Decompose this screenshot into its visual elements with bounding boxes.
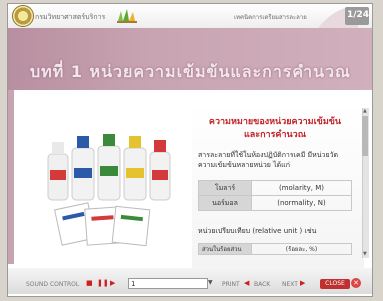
unit-name: โมลาร์ xyxy=(198,180,252,196)
relative-unit-text: หน่วยเปรียบเทียบ (relative unit ) เช่น xyxy=(198,227,317,235)
close-button[interactable]: CLOSE xyxy=(320,279,350,289)
dss-logo-icon xyxy=(12,5,34,27)
next-button[interactable]: NEXT xyxy=(282,281,298,288)
sound-control-label: SOUND CONTROL xyxy=(26,281,80,288)
back-button[interactable]: BACK xyxy=(254,281,270,288)
next-arrow-icon[interactable]: ▶ xyxy=(300,279,305,287)
play-icon[interactable]: ▶ xyxy=(110,279,115,287)
unit-symbol: (normality, N) xyxy=(251,195,352,211)
print-button[interactable]: PRINT xyxy=(222,281,240,288)
table-row: นอร์มอล (normality, N) xyxy=(198,195,352,211)
table-row: โมลาร์ (molarity, M) xyxy=(198,180,352,196)
unit-name: นอร์มอล xyxy=(198,195,252,211)
page-indicator: 1/24 xyxy=(347,10,370,20)
plant-icon xyxy=(117,9,137,23)
pause-icon[interactable]: ❚❚ xyxy=(97,279,109,287)
reagent-bottles-image xyxy=(40,118,180,248)
back-arrow-icon[interactable]: ◀ xyxy=(244,279,249,287)
relative-unit-symbol: (ร้อยละ, %) xyxy=(251,243,352,255)
page-select[interactable]: 1 xyxy=(128,278,208,289)
left-strip xyxy=(8,90,14,264)
scroll-down-icon[interactable]: ▼ xyxy=(363,251,367,257)
relative-unit-name: ส่วนในร้อยส่วน xyxy=(198,243,252,255)
close-icon[interactable]: ✕ xyxy=(351,278,361,288)
relative-units-table: ส่วนในร้อยส่วน (ร้อยละ, %) xyxy=(198,243,352,255)
org-name: กรมวิทยาศาสตร์บริการ xyxy=(35,13,106,21)
course-title: เทคนิคการเตรียมสารละลาย xyxy=(234,14,307,21)
scrollbar-thumb[interactable] xyxy=(362,116,368,156)
units-table: โมลาร์ (molarity, M) นอร์มอล (normality,… xyxy=(198,180,352,211)
chevron-down-icon[interactable]: ▼ xyxy=(208,279,213,286)
subject-text: สารละลายที่ใช้ในห้องปฏิบัติการเคมี มีหน่… xyxy=(198,151,339,169)
table-row: ส่วนในร้อยส่วน (ร้อยละ, %) xyxy=(198,243,352,255)
chapter-title: บทที่ 1 หน่วยความเข้มข้นและการคำนวณ xyxy=(30,62,351,81)
stop-icon[interactable]: ■ xyxy=(86,279,93,287)
topic-heading: ความหมายของหน่วยความเข้มข้น และการคำนวณ xyxy=(208,117,342,140)
scroll-up-icon[interactable]: ▲ xyxy=(363,108,367,114)
unit-symbol: (molarity, M) xyxy=(251,180,352,196)
